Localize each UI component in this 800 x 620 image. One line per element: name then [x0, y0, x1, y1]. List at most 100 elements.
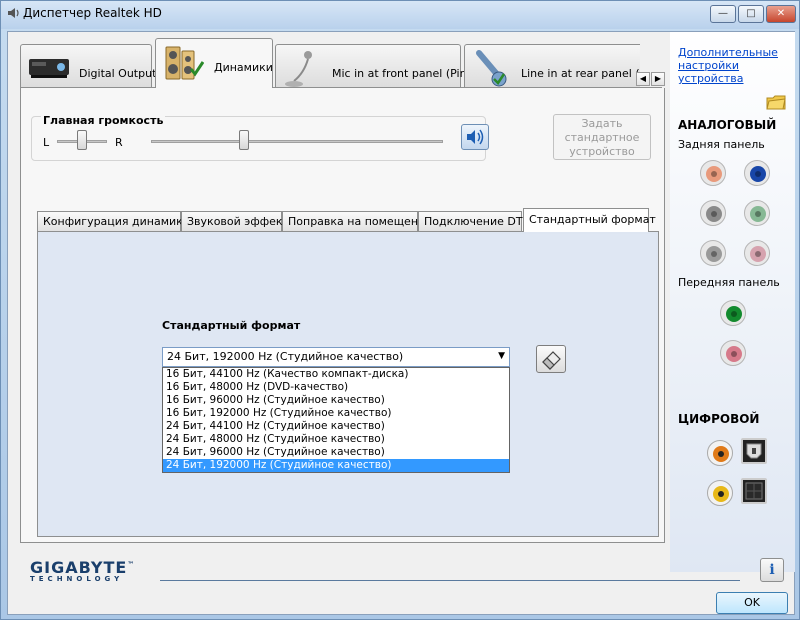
- jack-hole: [711, 211, 717, 217]
- front-panel-title: Передняя панель: [678, 276, 780, 289]
- tab-speaker-config[interactable]: Конфигурация динамиков: [37, 211, 196, 231]
- jack-color-ring: [726, 306, 742, 322]
- app-window: Диспетчер Realtek HD — □ ✕ Digital Outpu…: [0, 0, 800, 620]
- tab-mic-front[interactable]: Mic in at front panel (Pink): [275, 44, 477, 88]
- device-panel: Главная громкость L R Задать стандартное…: [20, 88, 665, 543]
- format-option[interactable]: 24 Бит, 192000 Hz (Студийное качество): [163, 459, 509, 472]
- window-title: Диспетчер Realtek HD: [23, 6, 162, 20]
- format-option[interactable]: 24 Бит, 48000 Hz (Студийное качество): [163, 433, 509, 446]
- jack-hole: [755, 251, 761, 257]
- set-default-device-button[interactable]: Задать стандартное устройство: [553, 114, 651, 160]
- folder-icon[interactable]: [766, 94, 786, 110]
- minimize-button[interactable]: —: [710, 5, 736, 23]
- jack-color-ring: [750, 166, 766, 182]
- microphone-icon: [285, 51, 312, 87]
- footer-divider: [160, 580, 740, 581]
- ok-button[interactable]: OK: [716, 592, 788, 614]
- rear-panel-title: Задняя панель: [678, 138, 765, 151]
- jack-hole: [711, 251, 717, 257]
- maximize-button[interactable]: □: [738, 5, 764, 23]
- format-option[interactable]: 16 Бит, 44100 Hz (Качество компакт-диска…: [163, 368, 509, 381]
- rear-jack-pink[interactable]: [744, 240, 770, 266]
- format-option[interactable]: 16 Бит, 48000 Hz (DVD-качество): [163, 381, 509, 394]
- tab-label: Mic in at front panel (Pink): [332, 67, 478, 80]
- jack-hole: [731, 311, 737, 317]
- front-jack-green[interactable]: [720, 300, 746, 326]
- jack-color-ring: [706, 246, 722, 262]
- chevron-down-icon: ▼: [498, 351, 505, 361]
- settings-tabs: Конфигурация динамиков Звуковой эффект П…: [37, 208, 657, 232]
- tabs-scroll-left-button[interactable]: ◀: [636, 72, 650, 86]
- mute-button[interactable]: [461, 124, 489, 150]
- tab-sound-effects[interactable]: Звуковой эффект: [181, 211, 289, 231]
- gigabyte-logo: GIGABYTE™ TECHNOLOGY: [30, 558, 135, 583]
- jack-color-ring: [750, 246, 766, 262]
- default-format-panel: Стандартный формат 24 Бит, 192000 Hz (Ст…: [37, 231, 659, 537]
- front-jack-pink[interactable]: [720, 340, 746, 366]
- line-in-icon: [476, 50, 507, 87]
- speakers-icon: [165, 46, 204, 80]
- rear-jack-orange[interactable]: [700, 160, 726, 186]
- logo-subtext: TECHNOLOGY: [30, 575, 124, 583]
- tab-digital-output[interactable]: Digital Output: [20, 44, 156, 88]
- rear-jack-blue[interactable]: [744, 160, 770, 186]
- speaker-volume-icon: [467, 129, 484, 145]
- rear-jack-gray-1[interactable]: [700, 200, 726, 226]
- jack-color-ring: [706, 166, 722, 182]
- optical-port-icon: [746, 443, 762, 459]
- info-icon: i: [769, 562, 775, 578]
- jack-hole: [755, 211, 761, 217]
- jack-hole: [711, 171, 717, 177]
- title-bar[interactable]: Диспетчер Realtek HD — □ ✕: [1, 1, 799, 29]
- format-dropdown-list: 16 Бит, 44100 Hz (Качество компакт-диска…: [162, 367, 510, 473]
- digital-output-device-icon: [29, 59, 69, 78]
- format-option[interactable]: 24 Бит, 96000 Hz (Студийное качество): [163, 446, 509, 459]
- optical-port-icon: [745, 482, 763, 500]
- tab-room-correction[interactable]: Поправка на помещение: [282, 211, 432, 231]
- analog-title: АНАЛОГОВЫЙ: [678, 118, 777, 132]
- format-selected-value: 24 Бит, 192000 Hz (Студийное качество): [167, 350, 404, 363]
- rear-jack-gray-2[interactable]: [700, 240, 726, 266]
- default-format-label: Стандартный формат: [162, 319, 301, 332]
- tab-label: Digital Output: [79, 67, 157, 80]
- tab-label: Line in at rear panel (Blue): [521, 67, 640, 80]
- jack-color-ring: [726, 346, 742, 362]
- coaxial-output-jack[interactable]: [707, 440, 733, 466]
- format-select[interactable]: 24 Бит, 192000 Hz (Студийное качество) ▼: [162, 347, 510, 367]
- jack-hole: [755, 171, 761, 177]
- tab-line-in-rear[interactable]: Line in at rear panel (Blue): [464, 44, 640, 88]
- volume-slider-thumb[interactable]: [239, 130, 250, 150]
- tabs-scroll-right-button[interactable]: ▶: [651, 72, 665, 86]
- device-tabs: Digital Output Динамики Mic in at front …: [20, 38, 640, 88]
- eraser-icon: [542, 351, 561, 370]
- jack-hole: [731, 351, 737, 357]
- advanced-device-settings-link[interactable]: Дополнительные настройки устройства: [678, 46, 788, 85]
- balance-right-label: R: [115, 136, 123, 149]
- default-format-content: Стандартный формат 24 Бит, 192000 Hz (Ст…: [40, 234, 656, 534]
- balance-slider-thumb[interactable]: [77, 130, 87, 150]
- speaker-app-icon: [8, 8, 19, 18]
- optical-output-jack[interactable]: [741, 438, 767, 464]
- jack-color-ring: [706, 206, 722, 222]
- jack-status-panel: Дополнительные настройки устройства АНАЛ…: [670, 32, 795, 572]
- info-button[interactable]: i: [760, 558, 784, 582]
- format-option[interactable]: 16 Бит, 192000 Hz (Студийное качество): [163, 407, 509, 420]
- master-volume-title: Главная громкость: [41, 114, 166, 127]
- close-button[interactable]: ✕: [766, 5, 796, 23]
- rear-jack-green[interactable]: [744, 200, 770, 226]
- logo-trademark: ™: [127, 560, 136, 569]
- format-option[interactable]: 16 Бит, 96000 Hz (Студийное качество): [163, 394, 509, 407]
- format-option[interactable]: 24 Бит, 44100 Hz (Студийное качество): [163, 420, 509, 433]
- digital-title: ЦИФРОВОЙ: [678, 412, 760, 426]
- tab-dts-connect[interactable]: Подключение DTS: [418, 211, 530, 231]
- volume-slider-track[interactable]: [151, 140, 443, 143]
- balance-left-label: L: [43, 136, 50, 149]
- reset-format-button[interactable]: [536, 345, 566, 373]
- client-area: Digital Output Динамики Mic in at front …: [7, 31, 795, 615]
- tab-speakers[interactable]: Динамики: [155, 38, 273, 88]
- tab-label: Динамики: [214, 61, 273, 74]
- tab-default-format[interactable]: Стандартный формат: [523, 208, 656, 232]
- optical-input-jack[interactable]: [741, 478, 767, 504]
- coaxial-input-jack[interactable]: [707, 480, 733, 506]
- jack-color-ring: [750, 206, 766, 222]
